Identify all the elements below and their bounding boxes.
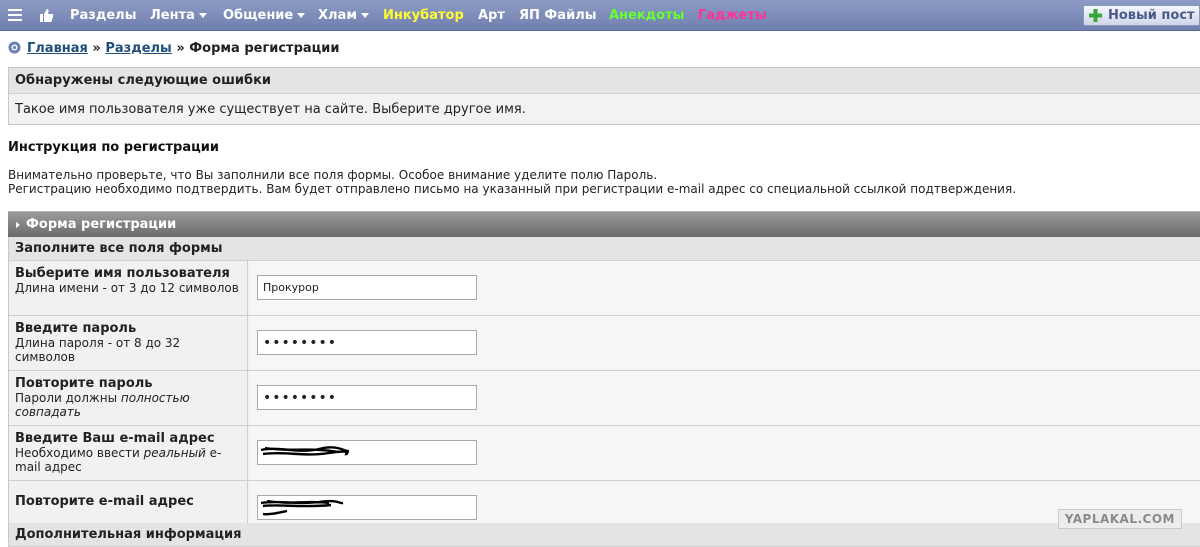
form-row-password-confirm: Повторите пароль Пароли должны полностью… bbox=[8, 371, 1200, 426]
nav-item-label: Инкубатор bbox=[383, 8, 464, 23]
section-additional-info: Дополнительная информация bbox=[8, 523, 1200, 547]
label-cell: Повторите пароль Пароли должны полностью… bbox=[9, 371, 248, 425]
username-input[interactable] bbox=[257, 275, 477, 300]
chevron-down-icon bbox=[198, 13, 207, 18]
nav-item-label: Общение bbox=[223, 8, 294, 23]
new-post-label: Новый пост bbox=[1108, 8, 1195, 23]
nav-item-label: Арт bbox=[478, 8, 505, 23]
form-row-password: Введите пароль Длина пароля - от 8 до 32… bbox=[8, 316, 1200, 371]
nav-item-label: ЯП Файлы bbox=[519, 8, 597, 23]
nav-item-label: Гаджеты bbox=[698, 8, 767, 23]
breadcrumb-separator: » bbox=[171, 41, 190, 56]
email-confirm-input[interactable] bbox=[257, 495, 477, 520]
chevron-down-icon bbox=[360, 13, 369, 18]
breadcrumb-current: Форма регистрации bbox=[189, 41, 340, 56]
email-confirm-label: Повторите e-mail адрес bbox=[15, 494, 194, 509]
password-input[interactable] bbox=[257, 330, 477, 355]
nav-item[interactable]: Инкубатор bbox=[383, 0, 464, 31]
breadcrumb-separator: » bbox=[87, 41, 106, 56]
error-box: Обнаружены следующие ошибки Такое имя по… bbox=[8, 67, 1200, 125]
password-confirm-input[interactable] bbox=[257, 385, 477, 410]
nav-item[interactable]: Анекдоты bbox=[609, 0, 684, 31]
chevron-down-icon bbox=[297, 13, 306, 18]
triangle-right-icon bbox=[16, 221, 20, 228]
nav-item-label: Лента bbox=[150, 8, 195, 23]
email-input[interactable] bbox=[257, 440, 477, 465]
breadcrumb-sections-link[interactable]: Разделы bbox=[105, 41, 171, 56]
password-confirm-label: Повторите пароль bbox=[15, 376, 153, 391]
email-hint: Необходимо ввести реальный e-mail адрес bbox=[15, 446, 241, 474]
hint-text: Пароли должны bbox=[15, 391, 121, 405]
form-row-email: Введите Ваш e-mail адрес Необходимо ввес… bbox=[8, 426, 1200, 481]
password-confirm-hint: Пароли должны полностью совпадать bbox=[15, 391, 241, 419]
input-cell bbox=[249, 261, 1200, 315]
input-cell bbox=[249, 316, 1200, 370]
nav-item[interactable]: Общение bbox=[223, 0, 306, 31]
error-title: Обнаружены следующие ошибки bbox=[9, 68, 1200, 94]
new-post-button[interactable]: Новый пост bbox=[1083, 5, 1200, 26]
instructions-line: Регистрацию необходимо подтвердить. Вам … bbox=[8, 182, 1017, 196]
password-label: Введите пароль bbox=[15, 321, 137, 336]
nav-item[interactable]: Хлам bbox=[318, 0, 369, 31]
hint-emphasis: реальный bbox=[143, 446, 206, 460]
username-label: Выберите имя пользователя bbox=[15, 266, 230, 281]
watermark: YAPLAKAL.COM bbox=[1057, 509, 1182, 529]
label-cell: Введите пароль Длина пароля - от 8 до 32… bbox=[9, 316, 248, 370]
input-cell bbox=[249, 371, 1200, 425]
nav-item[interactable]: Лента bbox=[150, 0, 207, 31]
password-hint: Длина пароля - от 8 до 32 символов bbox=[15, 336, 181, 364]
error-message: Такое имя пользователя уже существует на… bbox=[15, 102, 526, 117]
nav-item[interactable]: ЯП Файлы bbox=[519, 0, 596, 31]
nav-item[interactable]: Разделы bbox=[70, 0, 136, 31]
form-header: Форма регистрации bbox=[8, 211, 1200, 237]
email-label: Введите Ваш e-mail адрес bbox=[15, 431, 215, 446]
top-navigation-bar: Разделы Лента Общение Хлам Инкубатор Арт ЯП Фа… bbox=[0, 0, 1200, 31]
instructions-line: Внимательно проверьте, что Вы заполнили … bbox=[8, 168, 658, 182]
nav-item-label: Хлам bbox=[318, 8, 357, 23]
section-required-fields: Заполните все поля формы bbox=[8, 237, 1200, 261]
form-row-username: Выберите имя пользователя Длина имени - … bbox=[8, 261, 1200, 316]
form-title: Форма регистрации bbox=[26, 217, 177, 232]
nav-item-label: Разделы bbox=[70, 8, 137, 23]
plus-icon bbox=[1089, 9, 1102, 22]
username-hint: Длина имени - от 3 до 12 символов bbox=[15, 281, 239, 295]
nav-item[interactable]: Арт bbox=[478, 0, 505, 31]
breadcrumb-home-link[interactable]: Главная bbox=[27, 41, 88, 56]
forum-icon bbox=[8, 41, 21, 54]
hint-text: Необходимо ввести bbox=[15, 446, 144, 460]
instructions-title: Инструкция по регистрации bbox=[8, 140, 219, 155]
label-cell: Введите Ваш e-mail адрес Необходимо ввес… bbox=[9, 426, 248, 480]
nav-item-label: Анекдоты bbox=[609, 8, 685, 23]
nav-item[interactable]: Гаджеты bbox=[698, 0, 767, 31]
breadcrumb: Главная » Разделы » Форма регистрации bbox=[8, 41, 340, 57]
input-cell bbox=[249, 426, 1200, 480]
instructions-text: Внимательно проверьте, что Вы заполнили … bbox=[8, 168, 1016, 196]
label-cell: Выберите имя пользователя Длина имени - … bbox=[9, 261, 248, 315]
menu-icon[interactable] bbox=[8, 9, 22, 22]
thumbs-up-icon[interactable] bbox=[38, 7, 54, 23]
